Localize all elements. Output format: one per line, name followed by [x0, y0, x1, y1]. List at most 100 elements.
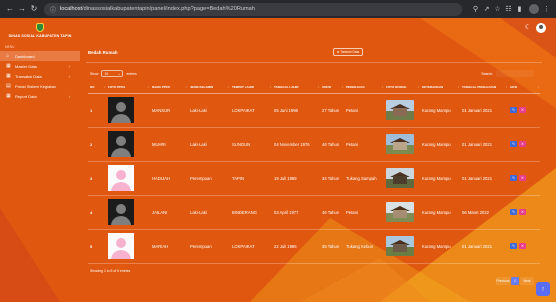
column-header-keterangan[interactable]: KETERANGAN ↕ — [420, 82, 460, 94]
menu-icon[interactable]: ⋮ — [541, 5, 552, 13]
cell-keterangan: Kurang Mampu — [420, 127, 460, 162]
house-photo-icon — [386, 202, 414, 222]
add-data-button[interactable]: ⊕ Tambah Data — [333, 48, 363, 56]
brand[interactable]: DINAS SOSIAL KABUPATEN TAPIN — [0, 18, 80, 42]
column-header-foto-rumah[interactable]: FOTO RUMAH ↕ — [384, 82, 420, 94]
sort-icon: ↕ — [381, 85, 384, 89]
pagination: Previous 1 Next — [496, 277, 534, 285]
cell-tanggal-pengajuan: 01 Januari 2021 — [460, 161, 508, 196]
edit-icon[interactable]: ✎ — [510, 141, 517, 147]
cell-no: 3 — [88, 161, 106, 196]
edit-icon[interactable]: ✎ — [510, 175, 517, 181]
cell-tanggal-lahir: 22 Juli 1986 — [272, 229, 320, 264]
grid-icon: ▦ — [6, 63, 11, 69]
table-row: 2 MUHRI Laki-Laki SUNGUN 04 November 197… — [88, 127, 540, 162]
sidebar-item-transaksi-data[interactable]: ▦ Transaksi Data › — [0, 71, 80, 81]
cell-jenis-kelamin: Perempuan — [188, 161, 230, 196]
user-avatar-icon[interactable] — [536, 23, 546, 33]
search-input[interactable] — [496, 70, 534, 77]
entries-label: entries — [126, 71, 137, 76]
column-header-tempat-lahir[interactable]: TEMPAT LAHIR ↕ — [230, 82, 272, 94]
cell-foto-rumah — [384, 93, 420, 128]
cell-tanggal-pengajuan: 01 Januari 2021 — [460, 127, 508, 162]
show-label: Show — [90, 71, 99, 76]
trash-icon[interactable]: ✕ — [519, 243, 526, 249]
column-header-nama-ppks[interactable]: NAMA PPKS ↕ — [150, 82, 188, 94]
cell-nama: MANSUR — [150, 93, 188, 128]
cell-pekerjaan: Tukang Sampah — [344, 161, 384, 196]
table-header-row: NO ↕ FOTO PPKS ↕ NAMA PPKS ↕ JENIS KELAMIN ↕… — [88, 82, 540, 94]
column-header-jenis-kelamin[interactable]: JENIS KELAMIN ↕ — [188, 82, 230, 94]
trash-icon[interactable]: ✕ — [519, 107, 526, 113]
sort-icon: ↕ — [537, 85, 540, 89]
pagination-previous[interactable]: Previous — [496, 277, 510, 285]
sidebar-item-report-data[interactable]: ▦ Report Data › — [0, 91, 80, 101]
sort-icon: ↕ — [227, 85, 230, 89]
forward-icon[interactable]: → — [16, 0, 28, 18]
grid-icon: ▦ — [6, 93, 11, 99]
table-info: Showing 1 to 5 of 5 entries — [90, 269, 131, 273]
cell-tanggal-lahir: 19 Juli 1988 — [272, 161, 320, 196]
cell-tanggal-lahir: 05 Juni 1996 — [272, 93, 320, 128]
moon-icon[interactable]: ☾ — [524, 24, 532, 32]
sidebar-item-label: Dashboard — [15, 53, 35, 59]
person-photo-icon — [108, 233, 134, 259]
sort-icon: ↕ — [457, 85, 460, 89]
url-path: /dinassosialkabupatentapin/panel/index.p… — [82, 6, 255, 12]
house-photo-icon — [386, 100, 414, 120]
menu-section-label: MENU — [5, 45, 15, 49]
edit-icon[interactable]: ✎ — [510, 243, 517, 249]
back-icon[interactable]: ← — [4, 0, 16, 18]
site-info-icon[interactable]: ⓘ — [50, 5, 56, 14]
share-icon[interactable]: ↗ — [481, 5, 492, 13]
edit-icon[interactable]: ✎ — [510, 209, 517, 215]
cell-foto-ppks — [106, 195, 150, 230]
cell-tanggal-pengajuan: 01 Januari 2021 — [460, 229, 508, 264]
cell-tempat-lahir: SUNGUN — [230, 127, 272, 162]
table-row: 1 MANSUR Laki-Laki LOKPAIKAT 05 Juni 199… — [88, 93, 540, 128]
trash-icon[interactable]: ✕ — [519, 175, 526, 181]
pagination-next[interactable]: Next — [520, 277, 534, 285]
grid-icon: ▦ — [6, 73, 11, 79]
sidebar-item-label: Posisi Sistem Kegiatan — [15, 83, 56, 89]
column-header-tanggal-lahir[interactable]: TANGGAL LAHIR ↕ — [272, 82, 320, 94]
column-header-no[interactable]: NO ↕ — [88, 82, 106, 94]
zoom-icon[interactable]: ⚲ — [470, 5, 481, 13]
cell-pekerjaan: Petani — [344, 127, 384, 162]
bedah-rumah-table: NO ↕ FOTO PPKS ↕ NAMA PPKS ↕ JENIS KELAMIN ↕… — [88, 82, 540, 264]
column-header-aksi[interactable]: AKSI ↕ — [508, 82, 540, 94]
table-row: 4 JAILANI Laki-Laki BINDERANG 03 April 1… — [88, 195, 540, 230]
sidebar-item-posisi-sistem-kegiatan[interactable]: ▤ Posisi Sistem Kegiatan — [0, 81, 80, 91]
trash-icon[interactable]: ✕ — [519, 141, 526, 147]
page-length-value: 10 — [104, 71, 109, 76]
sidebar-item-master-data[interactable]: ▦ Master Data › — [0, 61, 80, 71]
sidebar-item-dashboard[interactable]: ⌂ Dashboard — [0, 51, 80, 61]
sidebar-icon[interactable]: ▮ — [514, 5, 525, 13]
url-host: localhost — [60, 6, 83, 12]
edit-icon[interactable]: ✎ — [510, 107, 517, 113]
profile-icon[interactable] — [529, 4, 539, 14]
column-header-pekerjaan[interactable]: PEKERJAAN ↕ — [344, 82, 384, 94]
browser-toolbar: ← → ↻ ⓘ localhost /dinassosialkabupatent… — [0, 0, 556, 18]
column-header-tanggal-pengajuan[interactable]: TANGGAL PENGAJUAN ↕ — [460, 82, 508, 94]
trash-icon[interactable]: ✕ — [519, 209, 526, 215]
arrow-up-icon[interactable]: ↑ — [536, 282, 550, 296]
chevron-down-icon: ⌄ — [117, 71, 121, 76]
page-length-select[interactable]: 10 ⌄ — [101, 70, 124, 77]
sidebar-menu: ⌂ Dashboard ▦ Master Data › ▦ Transaksi … — [0, 51, 80, 101]
cell-aksi: ✎ ✕ — [508, 161, 540, 196]
search-label: Search: — [481, 71, 493, 76]
pagination-page-current[interactable]: 1 — [511, 277, 519, 285]
cell-pekerjaan: Petani — [344, 195, 384, 230]
extensions-icon[interactable]: ☷ — [503, 5, 514, 13]
cell-jenis-kelamin: Laki-Laki — [188, 93, 230, 128]
bookmark-icon[interactable]: ☆ — [492, 5, 503, 13]
cell-foto-ppks — [106, 93, 150, 128]
column-header-umur[interactable]: UMUR ↕ — [320, 82, 344, 94]
cell-aksi: ✎ ✕ — [508, 93, 540, 128]
reload-icon[interactable]: ↻ — [28, 0, 40, 18]
sort-icon: ↕ — [185, 85, 188, 89]
cell-keterangan: Kurang Mampu — [420, 161, 460, 196]
column-header-foto-ppks[interactable]: FOTO PPKS ↕ — [106, 82, 150, 94]
address-bar[interactable]: ⓘ localhost /dinassosialkabupatentapin/p… — [44, 2, 462, 16]
